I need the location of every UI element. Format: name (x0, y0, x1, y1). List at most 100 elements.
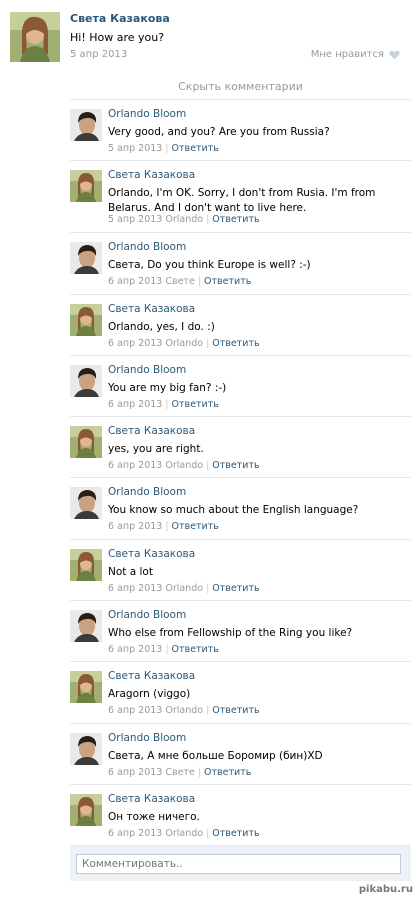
comment-author[interactable]: Света Казакова (108, 793, 195, 805)
like-label: Мне нравится (310, 49, 384, 60)
comment-text: You are my big fan? :-) (108, 381, 227, 394)
comment-reply-to[interactable]: Orlando (165, 460, 203, 471)
comment-meta: 6 апр 2013 | Ответить (108, 644, 219, 655)
avatar-photo-sveta (10, 12, 60, 62)
meta-separator: | (165, 143, 169, 154)
comment-author[interactable]: Orlando Bloom (108, 732, 186, 744)
reply-link[interactable]: Ответить (204, 276, 251, 287)
meta-separator: | (206, 582, 210, 594)
comment-author[interactable]: Orlando Bloom (108, 108, 186, 120)
comment-author[interactable]: Orlando Bloom (108, 241, 186, 253)
reply-link[interactable]: Ответить (204, 767, 251, 778)
reply-link[interactable]: Ответить (212, 460, 259, 471)
comment-avatar[interactable] (70, 671, 102, 704)
comment-text: Света, Do you think Europe is well? :-) (108, 259, 311, 272)
comment-meta: 6 апр 2013 Orlando | Ответить (108, 338, 260, 349)
comment-date[interactable]: 6 апр 2013 (108, 338, 162, 349)
comment-avatar[interactable] (70, 548, 102, 581)
comment-date[interactable]: 6 апр 2013 (108, 460, 162, 471)
comment-date[interactable]: 5 апр 2013 (108, 214, 162, 225)
hide-comments-link[interactable]: Скрыть комментарии (70, 79, 411, 93)
comment-reply-to[interactable]: Orlando (165, 583, 203, 594)
comment-item: Orlando Bloom Who else from Fellowship of… (70, 600, 411, 661)
comment-avatar[interactable] (70, 364, 102, 397)
meta-separator: | (206, 214, 210, 226)
comment-date[interactable]: 6 апр 2013 (108, 399, 162, 410)
comment-reply-to[interactable]: Orlando (165, 828, 203, 839)
comment-text: You know so much about the English langu… (108, 504, 359, 517)
comment-date[interactable]: 6 апр 2013 (108, 828, 162, 839)
comment-text: Not a lot (108, 565, 153, 578)
reply-link[interactable]: Ответить (212, 705, 259, 716)
comment-text: Who else from Fellowship of the Ring you… (108, 627, 353, 640)
comment-author[interactable]: Света Казакова (108, 425, 195, 437)
comment-meta: 6 апр 2013 Orlando | Ответить (108, 705, 260, 716)
comment-input[interactable]: Комментировать.. (76, 854, 401, 874)
comment-text: Orlando, I'm OK. Sorry, I don't from Rus… (108, 187, 376, 215)
comment-reply-to[interactable]: Orlando (165, 705, 203, 716)
comment-date[interactable]: 5 апр 2013 (108, 143, 162, 154)
comment-meta: 6 апр 2013 Orlando | Ответить (108, 828, 260, 839)
comment-item: Света Казакова Aragorn (viggo) 6 апр 2013 … (70, 661, 411, 722)
reply-link[interactable]: Ответить (212, 828, 259, 839)
reply-link[interactable]: Ответить (212, 214, 259, 225)
reply-link[interactable]: Ответить (172, 521, 219, 532)
comment-reply-to[interactable]: Orlando (165, 214, 203, 225)
comment-reply-to[interactable]: Orlando (165, 338, 203, 349)
meta-separator: | (197, 766, 202, 778)
comment-text: yes, you are right. (108, 443, 204, 456)
comment-meta: 6 апр 2013 Свете | Ответить (108, 276, 251, 287)
comment-date[interactable]: 6 апр 2013 (108, 583, 162, 594)
comment-avatar[interactable] (70, 487, 102, 520)
comment-avatar[interactable] (70, 303, 102, 336)
comment-meta: 6 апр 2013 Orlando | Ответить (108, 460, 260, 471)
heart-icon (389, 50, 400, 60)
meta-separator: | (206, 827, 210, 839)
meta-separator: | (197, 276, 202, 288)
comment-text: Very good, and you? Are you from Russia? (108, 126, 330, 138)
comment-author[interactable]: Света Казакова (108, 169, 195, 181)
hide-comments-label: Скрыть комментарии (178, 80, 303, 93)
comment-avatar[interactable] (70, 610, 102, 643)
comment-avatar[interactable] (70, 242, 102, 275)
comment-text: Света, А мне больше Боромир (бин)XD (108, 749, 323, 762)
comment-avatar[interactable] (70, 793, 102, 826)
comment-date[interactable]: 6 апр 2013 (108, 276, 162, 287)
comment-text: Он тоже ничего. (108, 810, 200, 823)
comment-avatar[interactable] (70, 170, 102, 203)
reply-link[interactable]: Ответить (172, 399, 219, 410)
comment-author[interactable]: Света Казакова (108, 303, 195, 315)
meta-separator: | (206, 337, 210, 349)
comment-author[interactable]: Orlando Bloom (108, 609, 186, 621)
reply-link[interactable]: Ответить (212, 338, 259, 349)
post-text: Hi! How are you? (70, 31, 165, 44)
post-author-name[interactable]: Света Казакова (70, 12, 170, 25)
reply-link[interactable]: Ответить (172, 644, 219, 655)
post-author-avatar[interactable] (10, 12, 60, 62)
comment-avatar[interactable] (70, 109, 102, 141)
reply-link[interactable]: Ответить (172, 143, 219, 154)
comment-compose-area: Комментировать.. (70, 845, 411, 881)
comment-date[interactable]: 6 апр 2013 (108, 644, 162, 655)
meta-separator: | (165, 644, 169, 656)
post-date[interactable]: 5 апр 2013 (70, 49, 127, 60)
comment-avatar[interactable] (70, 732, 102, 765)
comment-meta: 6 апр 2013 | Ответить (108, 521, 219, 532)
reply-link[interactable]: Ответить (212, 583, 259, 594)
comment-date[interactable]: 6 апр 2013 (108, 521, 162, 532)
comment-avatar[interactable] (70, 426, 102, 459)
comment-author[interactable]: Orlando Bloom (108, 486, 186, 498)
comment-author[interactable]: Orlando Bloom (108, 364, 186, 376)
comment-author[interactable]: Света Казакова (108, 670, 195, 682)
comment-item: Orlando Bloom Света, А мне больше Боромир… (70, 722, 411, 784)
comment-item: Orlando Bloom You are my big fan? :-) 6 ап… (70, 354, 411, 416)
comment-meta: 6 апр 2013 Orlando | Ответить (108, 583, 260, 594)
comment-author[interactable]: Света Казакова (108, 548, 195, 560)
comment-reply-to[interactable]: Свете (165, 767, 194, 778)
comment-item: Orlando Bloom You know so much about the … (70, 477, 411, 538)
comment-date[interactable]: 6 апр 2013 (108, 767, 162, 778)
like-button[interactable]: Мне нравится (311, 49, 400, 60)
watermark: pikabu.ru (358, 884, 413, 895)
comment-date[interactable]: 6 апр 2013 (108, 705, 162, 716)
comment-reply-to[interactable]: Свете (165, 276, 194, 287)
